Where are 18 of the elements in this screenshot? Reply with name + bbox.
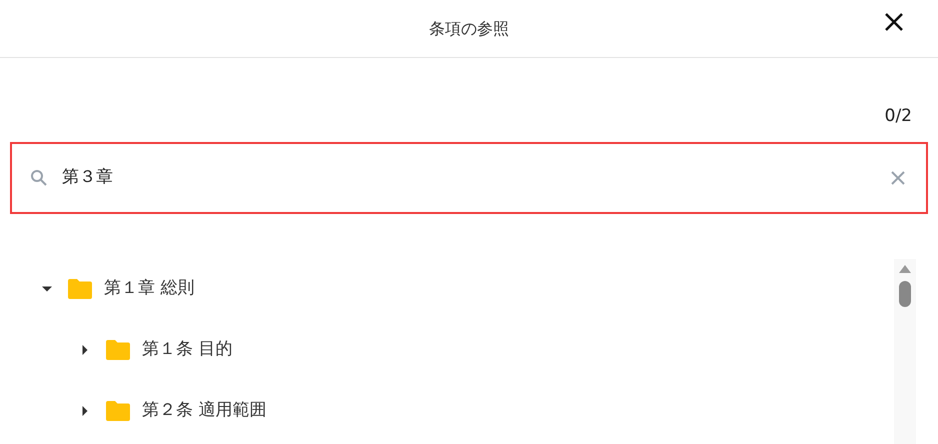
- clear-icon[interactable]: [890, 170, 906, 186]
- dialog-title: 条項の参照: [429, 18, 509, 40]
- match-count: 0/2: [884, 105, 912, 128]
- search-icon: [30, 168, 48, 186]
- scrollbar[interactable]: [894, 258, 916, 444]
- scroll-up-icon[interactable]: [899, 264, 911, 272]
- caret-right-icon[interactable]: [80, 406, 90, 416]
- search-input[interactable]: 第３章: [62, 164, 890, 190]
- tree-item-label[interactable]: 第２条 適用範囲: [142, 398, 266, 424]
- folder-icon: [68, 279, 92, 299]
- tree-item-label[interactable]: 第１条 目的: [142, 337, 232, 363]
- search-field[interactable]: 第３章: [10, 142, 928, 214]
- caret-right-icon[interactable]: [80, 345, 90, 355]
- caret-down-icon[interactable]: [42, 284, 52, 294]
- tree-item-label[interactable]: 第１章 総則: [104, 276, 194, 302]
- folder-icon: [106, 340, 130, 360]
- folder-icon: [106, 401, 130, 421]
- scrollbar-thumb[interactable]: [899, 280, 911, 306]
